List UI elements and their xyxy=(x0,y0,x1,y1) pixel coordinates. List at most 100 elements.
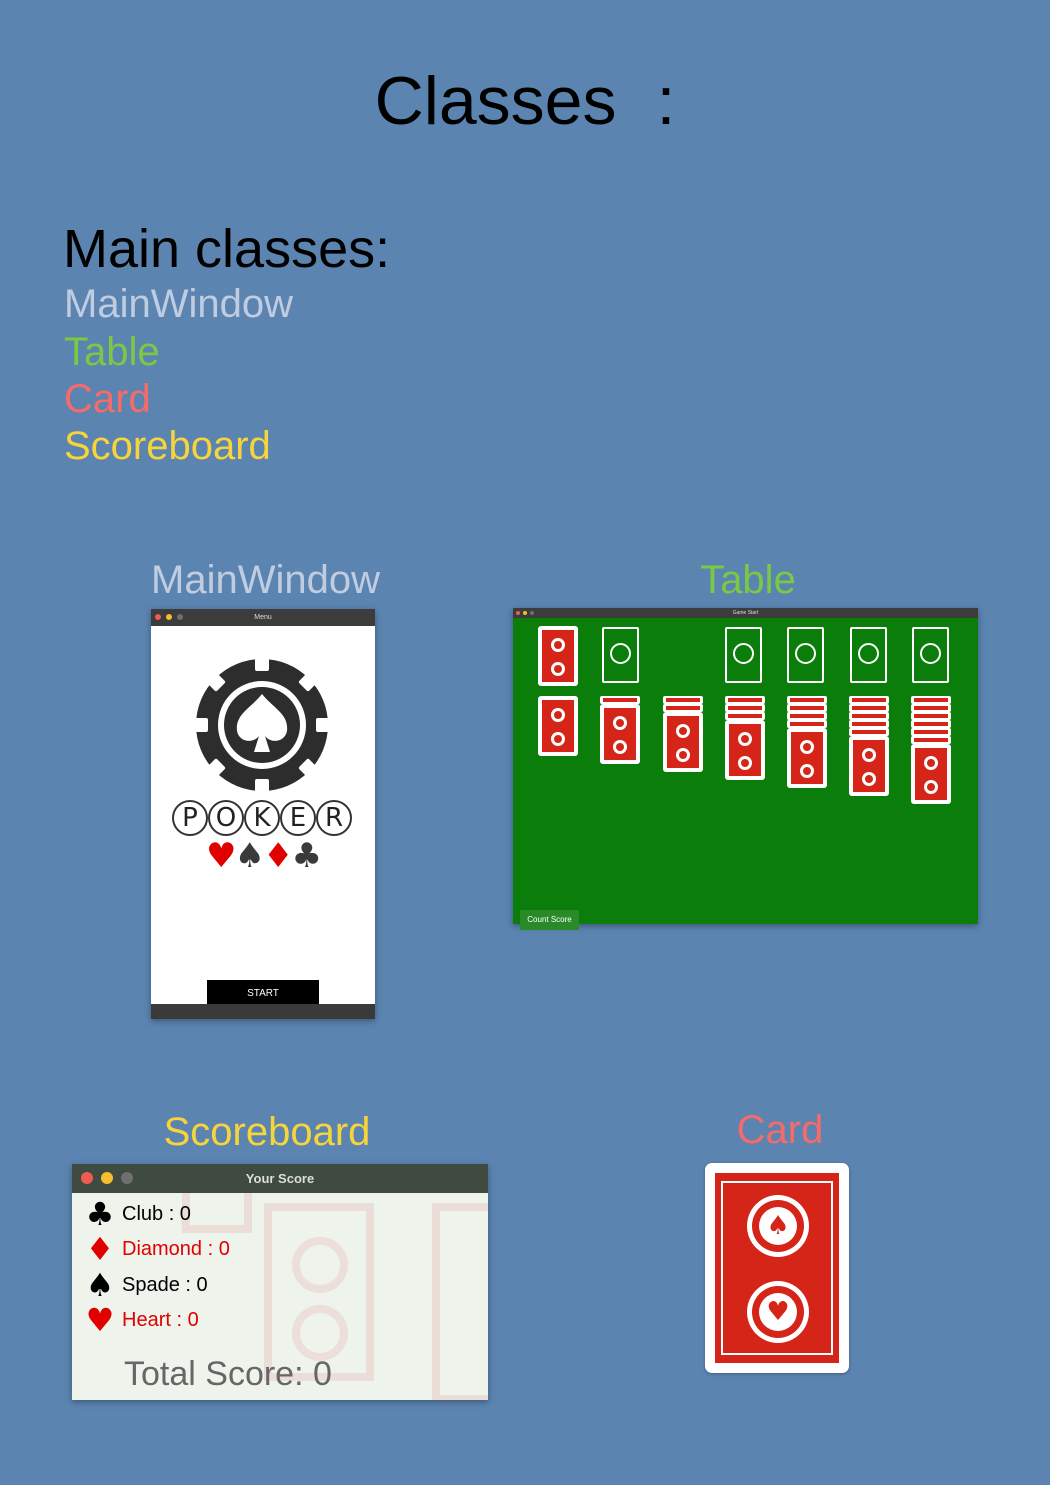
page-title-colon: : xyxy=(656,63,676,139)
club-score: Club : 0 xyxy=(122,1202,191,1225)
heart-score: Heart : 0 xyxy=(122,1308,199,1331)
foundation-pile[interactable] xyxy=(850,627,887,683)
club-icon: ♣ xyxy=(85,1194,115,1233)
tableau-card[interactable] xyxy=(911,744,951,804)
stock-pile[interactable] xyxy=(538,626,578,686)
poker-wordmark: P O K E R xyxy=(172,800,356,836)
tableau-stack-edge xyxy=(600,696,640,704)
table-window: Game Start Count Score xyxy=(513,608,978,930)
tableau-stack-edge xyxy=(911,736,951,744)
foundation-pile[interactable] xyxy=(725,627,762,683)
tableau-card[interactable] xyxy=(849,736,889,796)
spade-icon: ♠ xyxy=(234,836,266,876)
tableau-stack-edge xyxy=(725,712,765,720)
score-row-club: ♣ Club : 0 xyxy=(82,1194,191,1233)
diamond-icon: ♦ xyxy=(85,1229,115,1268)
heart-icon: ♥ xyxy=(206,836,237,876)
tableau-card[interactable] xyxy=(725,720,765,780)
tableau-stack-edge xyxy=(725,696,765,704)
tableau-stack-edge xyxy=(911,696,951,704)
page-title-text: Classes xyxy=(374,63,617,139)
score-row-diamond: ♦ Diamond : 0 xyxy=(82,1229,230,1268)
scoreboard-window: Your Score ♣ Club : 0 ♦ Diamond : 0 ♠ Spade… xyxy=(72,1164,488,1400)
mainwindow-label: MainWindow xyxy=(151,558,380,602)
scoreboard-window-title: Your Score xyxy=(245,1171,315,1186)
count-score-button[interactable]: Count Score xyxy=(520,910,579,930)
poker-letter: R xyxy=(316,800,352,836)
spade-icon: ♠ xyxy=(85,1265,115,1304)
background-emblem-ghost xyxy=(292,1305,348,1361)
poker-letter: E xyxy=(280,800,316,836)
menu-titlebar[interactable]: Menu xyxy=(151,609,375,626)
poker-letter: P xyxy=(172,800,208,836)
tableau-stack-edge xyxy=(725,704,765,712)
tableau-card[interactable] xyxy=(538,696,578,756)
tableau-stack-edge xyxy=(663,696,703,704)
minimize-icon[interactable] xyxy=(166,614,172,620)
card-emblem-icon: ♥ xyxy=(747,1281,809,1343)
background-card-ghost xyxy=(432,1203,488,1400)
tableau-stack-edge xyxy=(849,720,889,728)
poker-chip-logo xyxy=(192,655,332,792)
class-card: Card xyxy=(64,377,151,421)
table-titlebar[interactable]: Game Start xyxy=(513,608,978,618)
total-score: Total Score: 0 xyxy=(124,1355,332,1393)
class-table: Table xyxy=(64,330,160,374)
close-icon[interactable] xyxy=(81,1172,93,1184)
waste-pile[interactable] xyxy=(602,627,639,683)
heart-icon: ♥ xyxy=(85,1300,115,1339)
close-icon[interactable] xyxy=(155,614,161,620)
suit-icons: ♥♠♦♣ xyxy=(151,838,375,874)
tableau-card[interactable] xyxy=(600,704,640,764)
spade-score: Spade : 0 xyxy=(122,1273,208,1296)
score-row-heart: ♥ Heart : 0 xyxy=(82,1300,199,1339)
scoreboard-label: Scoreboard xyxy=(163,1110,371,1154)
poker-letter: K xyxy=(244,800,280,836)
tableau-stack-edge xyxy=(911,728,951,736)
card-label: Card xyxy=(736,1108,824,1152)
tableau-stack-edge xyxy=(787,704,827,712)
club-icon: ♣ xyxy=(291,836,322,876)
tableau-card[interactable] xyxy=(663,712,703,772)
tableau-stack-edge xyxy=(849,696,889,704)
table-felt: Count Score xyxy=(513,618,978,930)
tableau-stack-edge xyxy=(787,712,827,720)
tableau-stack-edge xyxy=(911,720,951,728)
page-title: Classes: xyxy=(0,62,1050,140)
close-icon[interactable] xyxy=(516,611,520,615)
scoreboard-titlebar[interactable]: Your Score xyxy=(72,1164,488,1193)
class-scoreboard: Scoreboard xyxy=(64,424,271,468)
tableau-stack-edge xyxy=(849,704,889,712)
tableau-stack-edge xyxy=(663,704,703,712)
menu-window: Menu P O K E R ♥♠♦♣ START xyxy=(151,609,375,1019)
tableau-stack-edge xyxy=(849,728,889,736)
menu-footer-bar xyxy=(151,1004,375,1019)
poker-letter: O xyxy=(208,800,244,836)
class-mainwindow: MainWindow xyxy=(64,282,293,326)
menu-window-title: Menu xyxy=(254,614,272,621)
zoom-icon[interactable] xyxy=(121,1172,133,1184)
scoreboard-content: ♣ Club : 0 ♦ Diamond : 0 ♠ Spade : 0 ♥ Heart… xyxy=(72,1193,488,1400)
start-button[interactable]: START xyxy=(207,980,319,1007)
score-row-spade: ♠ Spade : 0 xyxy=(82,1265,208,1304)
background-card-ghost xyxy=(182,1193,252,1233)
foundation-pile[interactable] xyxy=(912,627,949,683)
table-label: Table xyxy=(700,558,796,602)
card-emblem-icon: ♠ xyxy=(747,1195,809,1257)
tableau-stack-edge xyxy=(911,712,951,720)
menu-content: P O K E R ♥♠♦♣ START xyxy=(151,626,375,1007)
diamond-icon: ♦ xyxy=(263,836,294,876)
background-emblem-ghost xyxy=(292,1237,348,1293)
tableau-stack-edge xyxy=(787,720,827,728)
foundation-pile[interactable] xyxy=(787,627,824,683)
minimize-icon[interactable] xyxy=(523,611,527,615)
tableau-stack-edge xyxy=(849,712,889,720)
tableau-card[interactable] xyxy=(787,728,827,788)
tableau-stack-edge xyxy=(911,704,951,712)
table-window-title: Game Start xyxy=(732,610,759,616)
zoom-icon[interactable] xyxy=(177,614,183,620)
minimize-icon[interactable] xyxy=(101,1172,113,1184)
zoom-icon[interactable] xyxy=(530,611,534,615)
card-back: ♠ ♥ xyxy=(705,1163,849,1373)
main-classes-heading: Main classes: xyxy=(63,219,391,279)
